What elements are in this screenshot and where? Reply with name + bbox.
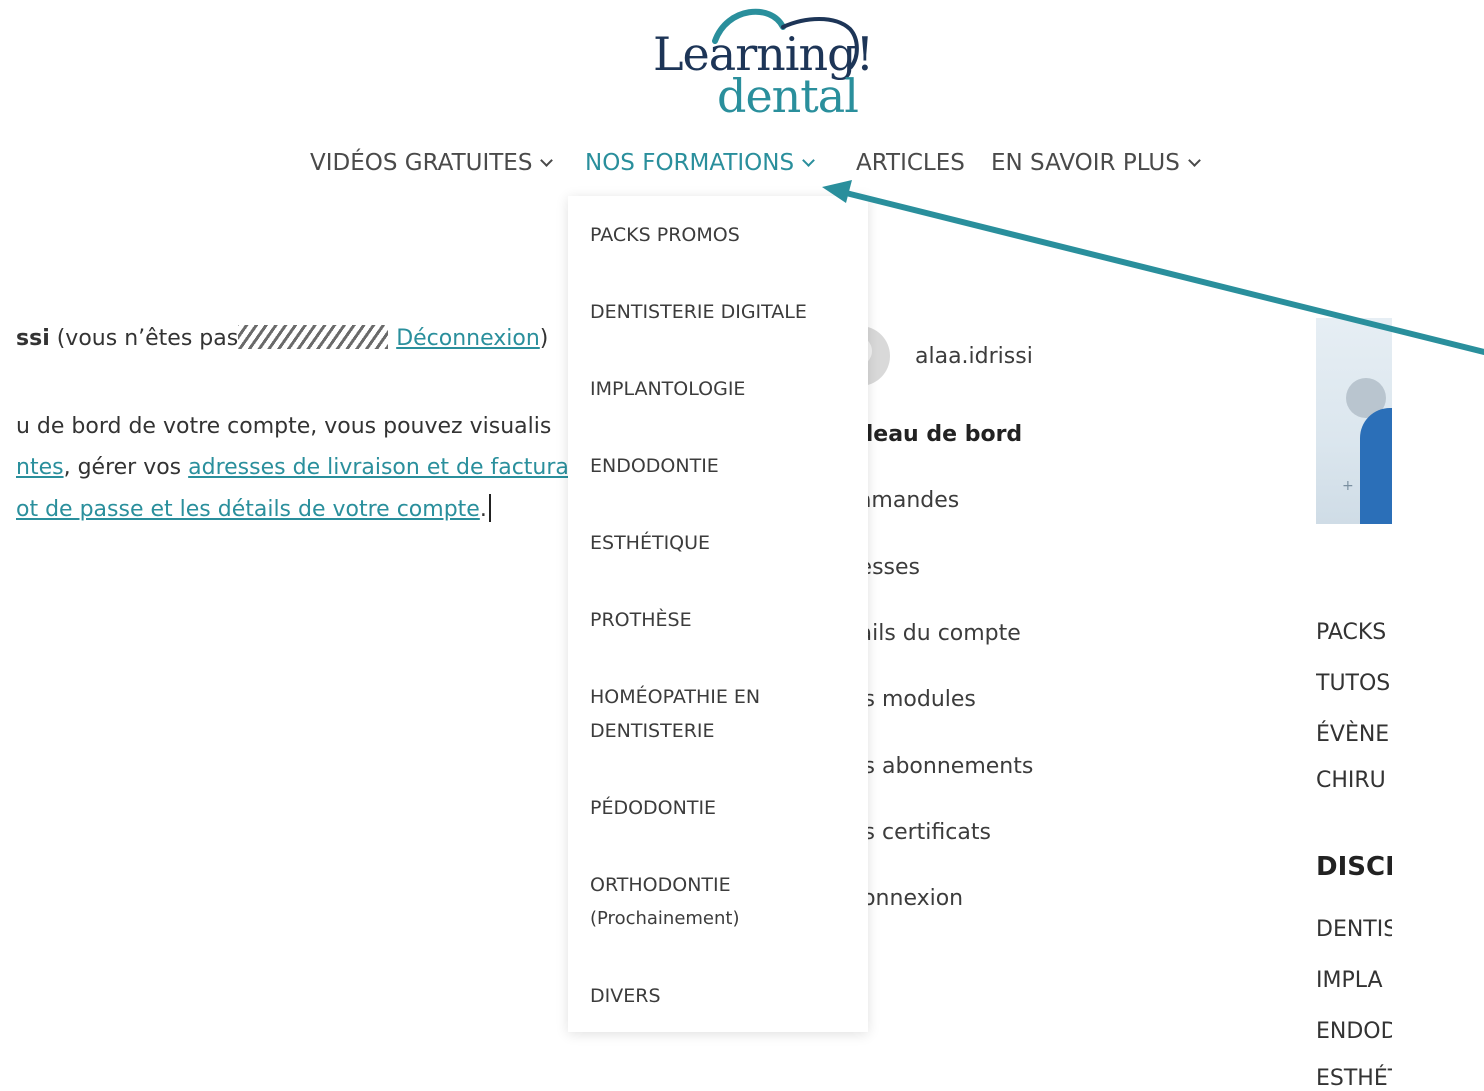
dashboard-password-line: ot de passe et les détails de votre comp… — [16, 494, 491, 525]
addresses-link[interactable]: adresses de livraison et de factura — [188, 455, 568, 480]
dropdown-item-packs-promos[interactable]: PACKS PROMOS — [590, 218, 850, 252]
logout-link[interactable]: Déconnexion — [396, 326, 540, 351]
dropdown-item-implantologie[interactable]: IMPLANTOLOGIE — [590, 372, 850, 406]
dropdown-item-esthetique[interactable]: ESTHÉTIQUE — [590, 526, 850, 560]
nav-item-label: VIDÉOS GRATUITES — [310, 150, 533, 176]
nav-item-articles[interactable]: ARTICLES — [856, 145, 965, 181]
image-plus-mark: + — [1342, 478, 1354, 494]
account-nav-account-details[interactable]: tails du compte — [850, 621, 1021, 646]
nav-item-en-savoir-plus[interactable]: EN SAVOIR PLUS — [991, 145, 1201, 181]
sidebar-link-chirurgie[interactable]: CHIRU — [1316, 768, 1386, 793]
site-logo[interactable]: Learning! dental — [645, 5, 874, 123]
chevron-down-icon — [540, 154, 554, 167]
greeting-close: ) — [539, 326, 549, 351]
nos-formations-dropdown: PACKS PROMOS DENTISTERIE DIGITALE IMPLAN… — [568, 196, 868, 1032]
text-cursor — [488, 494, 491, 522]
dashboard-links-text: , gérer vos — [63, 455, 189, 480]
account-nav-certificates[interactable]: es certificats — [850, 820, 991, 845]
greeting-username: ssi — [16, 326, 50, 351]
account-nav-modules[interactable]: es modules — [850, 687, 976, 712]
redacted-block — [238, 325, 389, 349]
sidebar-link-evenements[interactable]: ÉVÈNE — [1316, 722, 1389, 747]
sidebar-link-tutos[interactable]: TUTOS — [1316, 671, 1390, 696]
nav-item-videos-gratuites[interactable]: VIDÉOS GRATUITES — [310, 145, 554, 181]
account-welcome-content: ssi (vous n’êtes pas Déconnexion) u de bo… — [0, 310, 568, 550]
sidebar-promo-image[interactable]: + — [1316, 318, 1392, 524]
dropdown-item-label: ORTHODONTIE — [590, 874, 731, 896]
sidebar-link-endodontie[interactable]: ENDOD — [1316, 1019, 1392, 1044]
logo-text-dental: dental — [717, 69, 859, 123]
period-text: . — [479, 497, 487, 522]
sidebar-link-esthetique[interactable]: ESTHÉT — [1316, 1066, 1392, 1091]
sidebar-link-dentisterie[interactable]: DENTIS — [1316, 917, 1392, 942]
main-navigation: VIDÉOS GRATUITES NOS FORMATIONS ARTICLES… — [0, 145, 1484, 181]
greeting-line: ssi (vous n’êtes pas Déconnexion) — [16, 324, 548, 354]
nav-item-label: ARTICLES — [856, 150, 965, 176]
account-username: alaa.idrissi — [915, 344, 1033, 369]
page: Learning! dental VIDÉOS GRATUITES NOS FO… — [0, 0, 1484, 1091]
account-nav-dashboard[interactable]: bleau de bord — [850, 422, 1022, 447]
sidebar-heading-disciplines: DISCI — [1316, 852, 1392, 882]
chevron-down-icon — [802, 154, 815, 167]
account-navigation: alaa.idrissi bleau de bord mmandes resse… — [830, 320, 1140, 940]
nav-item-nos-formations[interactable]: NOS FORMATIONS — [585, 145, 815, 181]
dropdown-item-pedodontie[interactable]: PÉDODONTIE — [590, 791, 850, 825]
nav-item-label: EN SAVOIR PLUS — [991, 150, 1180, 176]
account-nav-subscriptions[interactable]: es abonnements — [850, 754, 1033, 779]
account-details-link[interactable]: ot de passe et les détails de votre comp… — [16, 497, 480, 522]
chevron-down-icon — [1187, 154, 1201, 167]
image-person-shape — [1360, 408, 1392, 524]
dropdown-item-prothese[interactable]: PROTHÈSE — [590, 603, 850, 637]
nav-item-label: NOS FORMATIONS — [585, 150, 795, 176]
dashboard-intro-line: u de bord de votre compte, vous pouvez v… — [16, 414, 552, 439]
orders-link[interactable]: ntes — [16, 455, 64, 480]
greeting-text: (vous n’êtes pas — [49, 326, 239, 351]
dropdown-item-orthodontie[interactable]: ORTHODONTIE (Prochainement) — [590, 868, 850, 936]
sidebar-link-implantologie[interactable]: IMPLA — [1316, 968, 1383, 993]
dashboard-links-line: ntes, gérer vos adresses de livraison et… — [16, 453, 568, 483]
dropdown-item-sublabel: (Prochainement) — [590, 908, 740, 929]
dropdown-item-endodontie[interactable]: ENDODONTIE — [590, 449, 850, 483]
right-sidebar: + PACKS TUTOS ÉVÈNE CHIRU DISCI DENTIS I… — [1316, 0, 1392, 1091]
dropdown-item-divers[interactable]: DIVERS — [590, 979, 850, 1013]
dropdown-item-homeopathie[interactable]: HOMÉOPATHIE EN DENTISTERIE — [590, 680, 850, 748]
dropdown-item-dentisterie-digitale[interactable]: DENTISTERIE DIGITALE — [590, 295, 850, 329]
sidebar-link-packs[interactable]: PACKS — [1316, 620, 1386, 645]
